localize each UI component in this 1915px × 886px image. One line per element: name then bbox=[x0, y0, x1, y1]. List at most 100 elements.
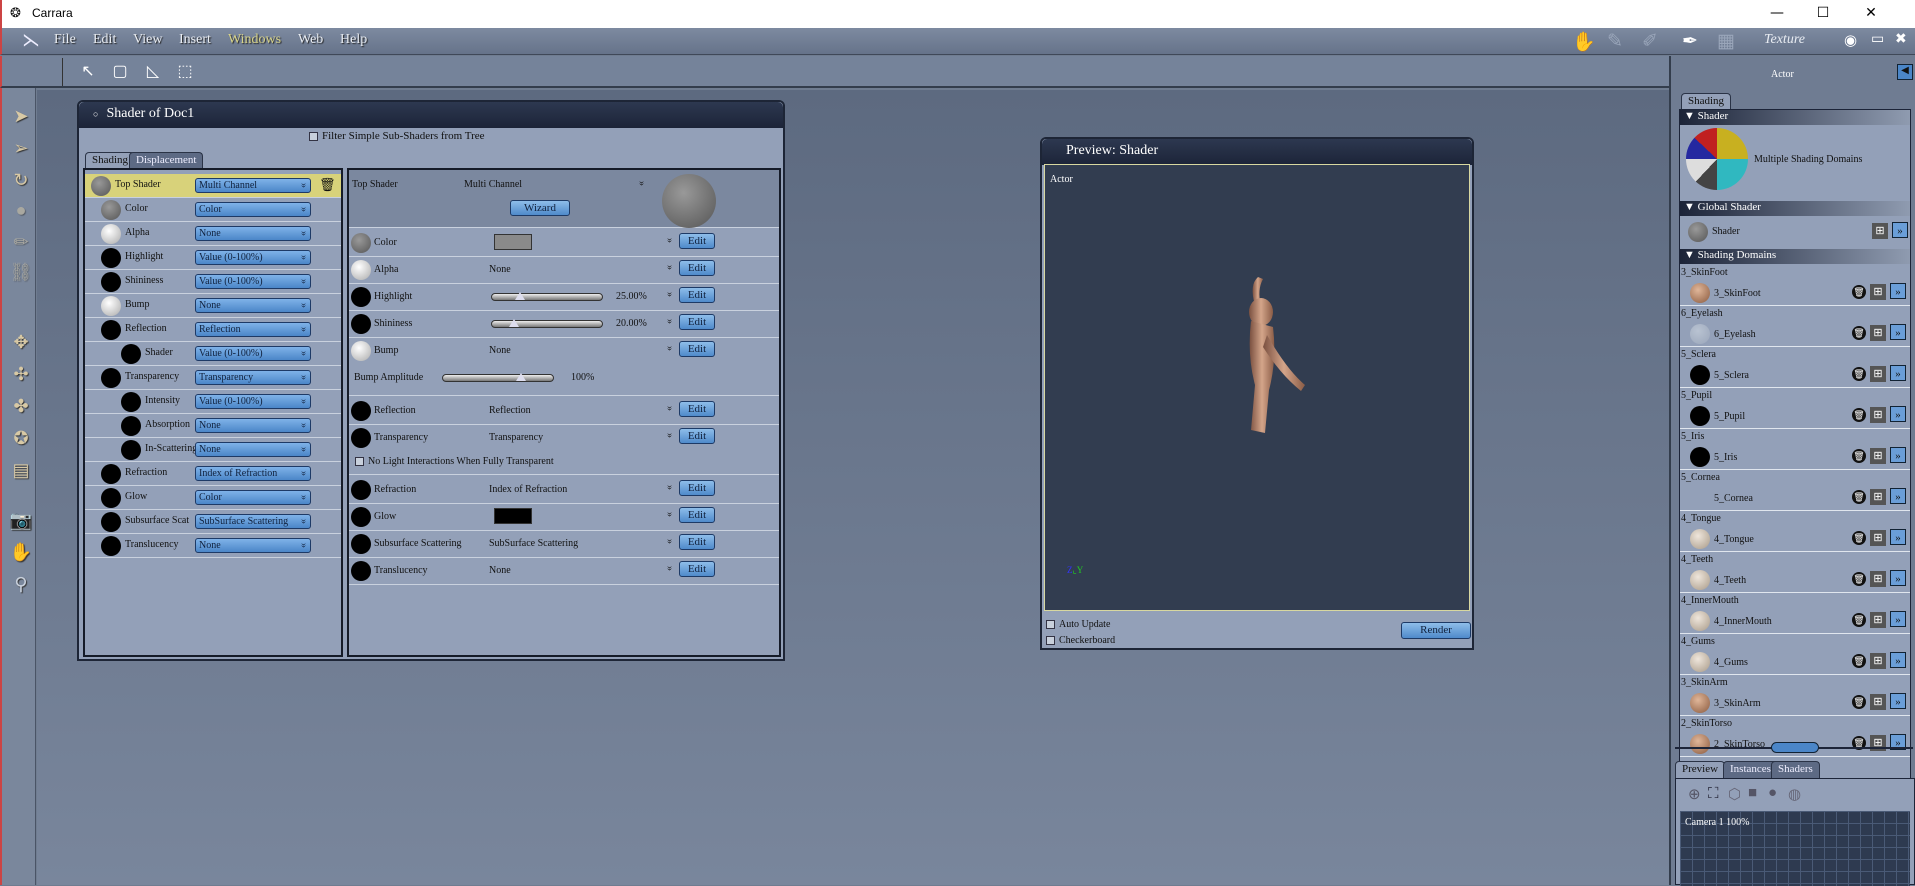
trash-icon[interactable]: 🗑 bbox=[1852, 572, 1866, 586]
texture-room-icon[interactable]: ✒ bbox=[1682, 30, 1698, 53]
shader-type-select[interactable]: Color bbox=[195, 490, 311, 505]
menu-help[interactable]: Help bbox=[340, 32, 367, 48]
color-swatch[interactable] bbox=[494, 234, 532, 250]
shader-tree-row[interactable]: Absorption None bbox=[85, 414, 341, 438]
tab-shading-sidebar[interactable]: Shading bbox=[1681, 93, 1732, 110]
trash-icon[interactable]: 🗑 bbox=[1852, 285, 1866, 299]
menu-insert[interactable]: Insert bbox=[179, 32, 211, 48]
rotate-tool-icon[interactable]: ↻ bbox=[9, 168, 33, 192]
shading-domain-item[interactable]: 5_Iris 5_Iris 🗑 ⊞ » bbox=[1680, 429, 1910, 470]
trash-icon[interactable]: 🗑 bbox=[1852, 695, 1866, 709]
chevron-down-icon[interactable]: » bbox=[664, 406, 675, 411]
shading-domain-item[interactable]: 4_InnerMouth 4_InnerMouth 🗑 ⊞ » bbox=[1680, 593, 1910, 634]
shader-tree-icon[interactable]: ⊞ bbox=[1870, 325, 1886, 341]
carrara-logo-icon[interactable]: ⋋ bbox=[22, 30, 40, 51]
tab-shaders[interactable]: Shaders bbox=[1771, 761, 1820, 778]
color-swatch[interactable] bbox=[494, 508, 532, 524]
shader-tree-row[interactable]: Top Shader Multi Channel 🗑 bbox=[85, 174, 341, 198]
shader-tree-row[interactable]: Highlight Value (0-100%) bbox=[85, 246, 341, 270]
render-room-icon[interactable]: ▦ bbox=[1717, 30, 1735, 53]
shader-tree-icon[interactable]: ⊞ bbox=[1870, 653, 1886, 669]
domain-dropdown-icon[interactable]: » bbox=[1890, 570, 1906, 586]
shader-type-select[interactable]: Reflection bbox=[195, 322, 311, 337]
preview-header[interactable]: Preview: Shader bbox=[1042, 139, 1472, 165]
edit-button[interactable]: Edit bbox=[679, 561, 715, 577]
shader-tree-row[interactable]: Subsurface Scat SubSurface Scattering bbox=[85, 510, 341, 534]
tab-displacement[interactable]: Displacement bbox=[129, 152, 204, 169]
orbit-icon[interactable]: ⛶ bbox=[1708, 785, 1719, 803]
shading-domain-item[interactable]: 4_Tongue 4_Tongue 🗑 ⊞ » bbox=[1680, 511, 1910, 552]
value-slider[interactable] bbox=[491, 319, 603, 328]
render-button[interactable]: Render bbox=[1401, 622, 1471, 639]
trash-icon[interactable]: 🗑 bbox=[1852, 613, 1866, 627]
value-slider[interactable] bbox=[491, 292, 603, 301]
trash-icon[interactable]: 🗑 bbox=[1852, 408, 1866, 422]
preview-viewport[interactable]: Actor Z⌞Y bbox=[1044, 164, 1470, 611]
tab-shading[interactable]: Shading bbox=[85, 152, 136, 169]
shader-tree-row[interactable]: Transparency Transparency bbox=[85, 366, 341, 390]
shader-tree-row[interactable]: Refraction Index of Refraction bbox=[85, 462, 341, 486]
edit-button[interactable]: Edit bbox=[679, 260, 715, 276]
texture-tool-icon[interactable]: ▤ bbox=[9, 458, 33, 482]
edit-button[interactable]: Edit bbox=[679, 341, 715, 357]
shader-tree-icon[interactable]: ⊞ bbox=[1870, 366, 1886, 382]
edit-button[interactable]: Edit bbox=[679, 534, 715, 550]
dolly-tool-icon[interactable]: ✤ bbox=[9, 394, 33, 418]
shading-domain-item[interactable]: 5_Pupil 5_Pupil 🗑 ⊞ » bbox=[1680, 388, 1910, 429]
maximize-button[interactable]: ☐ bbox=[1800, 2, 1846, 24]
shader-tree-row[interactable]: Alpha None bbox=[85, 222, 341, 246]
domain-dropdown-icon[interactable]: » bbox=[1890, 283, 1906, 299]
chevron-down-icon[interactable]: » bbox=[664, 512, 675, 517]
domain-dropdown-icon[interactable]: » bbox=[1890, 447, 1906, 463]
eye-icon[interactable]: ◉ bbox=[1844, 31, 1857, 50]
shaded-sphere-icon[interactable]: ● bbox=[1768, 785, 1777, 802]
shader-tree-row[interactable]: Shininess Value (0-100%) bbox=[85, 270, 341, 294]
shader-tree-row[interactable]: Shader Value (0-100%) bbox=[85, 342, 341, 366]
checkerboard-checkbox[interactable]: Checkerboard bbox=[1046, 635, 1115, 646]
shader-type-select[interactable]: Color bbox=[195, 202, 311, 217]
chevron-down-icon[interactable]: » bbox=[664, 265, 675, 270]
menu-windows[interactable]: Windows bbox=[228, 32, 281, 48]
move-plane-icon[interactable]: ✣ bbox=[9, 362, 33, 386]
chevron-down-icon[interactable]: » bbox=[664, 346, 675, 351]
menu-web[interactable]: Web bbox=[298, 32, 323, 48]
shader-type-select[interactable]: Multi Channel bbox=[195, 178, 311, 193]
filter-checkbox[interactable]: Filter Simple Sub-Shaders from Tree bbox=[309, 130, 485, 142]
shading-domain-item[interactable]: 5_Sclera 5_Sclera 🗑 ⊞ » bbox=[1680, 347, 1910, 388]
shader-section-header[interactable]: ▼ Shader bbox=[1680, 110, 1910, 125]
shader-tree-icon[interactable]: ⊞ bbox=[1870, 489, 1886, 505]
wireframe-cube-icon[interactable]: ⬡ bbox=[1728, 785, 1741, 804]
shader-type-select[interactable]: None bbox=[195, 442, 311, 457]
arrow-tool-icon[interactable]: ➤ bbox=[9, 104, 33, 128]
shader-tree-row[interactable]: Translucency None bbox=[85, 534, 341, 558]
tab-instances[interactable]: Instances bbox=[1723, 761, 1778, 778]
solid-cube-icon[interactable]: ■ bbox=[1748, 785, 1757, 802]
shader-tree-row[interactable]: Color Color bbox=[85, 198, 341, 222]
domain-dropdown-icon[interactable]: » bbox=[1890, 488, 1906, 504]
shader-tree-icon[interactable]: ⊞ bbox=[1870, 571, 1886, 587]
edit-button[interactable]: Edit bbox=[679, 507, 715, 523]
menu-file[interactable]: File bbox=[54, 32, 76, 48]
menu-edit[interactable]: Edit bbox=[93, 32, 116, 48]
menu-view[interactable]: View bbox=[133, 32, 162, 48]
marquee-select-icon[interactable]: ⬚ bbox=[175, 62, 195, 82]
trash-icon[interactable]: 🗑 bbox=[1852, 490, 1866, 504]
close-button[interactable]: ✕ bbox=[1848, 2, 1894, 24]
shading-domain-item[interactable]: 6_Eyelash 6_Eyelash 🗑 ⊞ » bbox=[1680, 306, 1910, 347]
trash-icon[interactable]: 🗑 bbox=[1852, 654, 1866, 668]
scene-viewport[interactable]: Camera 1 100% bbox=[1680, 811, 1910, 886]
shading-domain-item[interactable]: 3_SkinFoot 3_SkinFoot 🗑 ⊞ » bbox=[1680, 265, 1910, 306]
auto-update-checkbox[interactable]: Auto Update bbox=[1046, 619, 1110, 630]
shader-type-select[interactable]: Value (0-100%) bbox=[195, 274, 311, 289]
select-arrow-icon[interactable]: ↖ bbox=[78, 62, 98, 82]
edit-button[interactable]: Edit bbox=[679, 314, 715, 330]
shading-domain-item[interactable]: 3_SkinArm 3_SkinArm 🗑 ⊞ » bbox=[1680, 675, 1910, 716]
no-light-checkbox[interactable]: No Light Interactions When Fully Transpa… bbox=[355, 456, 554, 467]
link-tool-icon[interactable]: ⛓ bbox=[9, 260, 33, 284]
shader-type-select[interactable]: None bbox=[195, 538, 311, 553]
bump-amplitude-slider[interactable] bbox=[442, 373, 554, 382]
edit-button[interactable]: Edit bbox=[679, 428, 715, 444]
shading-domain-item[interactable]: 5_Cornea 5_Cornea 🗑 ⊞ » bbox=[1680, 470, 1910, 511]
rectangle-select-icon[interactable]: ▢ bbox=[110, 62, 130, 82]
shader-type-select[interactable]: Value (0-100%) bbox=[195, 394, 311, 409]
